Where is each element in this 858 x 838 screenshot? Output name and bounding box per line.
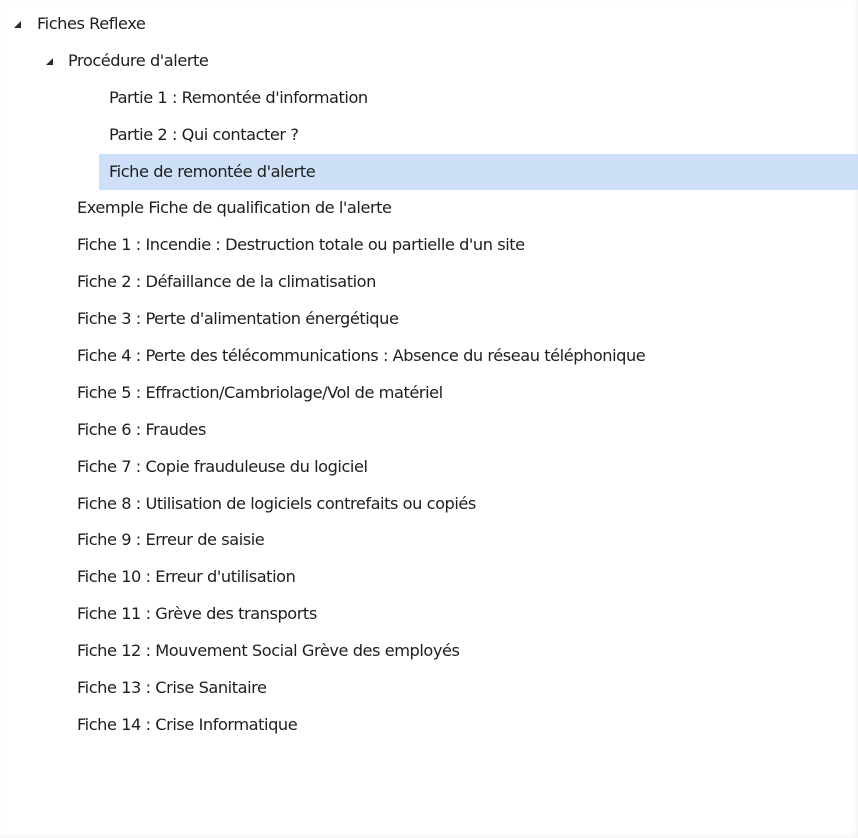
tree-node-fiche-6[interactable]: Fiche 6 : Fraudes: [0, 412, 858, 449]
tree-node-label: Fiche 4 : Perte des télécommunications :…: [77, 346, 646, 366]
tree-node-label: Fiche 5 : Effraction/Cambriolage/Vol de …: [77, 382, 443, 402]
tree-node-fiche-10[interactable]: Fiche 10 : Erreur d'utilisation: [0, 559, 858, 596]
tree-node-fiche-7[interactable]: Fiche 7 : Copie frauduleuse du logiciel: [0, 449, 858, 486]
tree-node-exemple-fiche[interactable]: Exemple Fiche de qualification de l'aler…: [0, 190, 858, 227]
tree-node-fiche-5[interactable]: Fiche 5 : Effraction/Cambriolage/Vol de …: [0, 375, 858, 412]
navigation-pane: Fiches Reflexe Procédure d'alerte Partie…: [0, 0, 858, 838]
tree-node-fiche-11[interactable]: Fiche 11 : Grève des transports: [0, 596, 858, 633]
outline-tree: Fiches Reflexe Procédure d'alerte Partie…: [0, 6, 858, 744]
tree-node-label: Fiche 10 : Erreur d'utilisation: [77, 567, 296, 587]
expanded-triangle-icon[interactable]: [10, 6, 24, 43]
tree-node-fiche-4[interactable]: Fiche 4 : Perte des télécommunications :…: [0, 338, 858, 375]
tree-node-fiche-8[interactable]: Fiche 8 : Utilisation de logiciels contr…: [0, 486, 858, 523]
tree-node-label: Fiche 3 : Perte d'alimentation énergétiq…: [77, 309, 399, 329]
tree-node-procedure-alerte[interactable]: Procédure d'alerte: [0, 43, 858, 80]
tree-node-label: Partie 2 : Qui contacter ?: [109, 124, 299, 144]
tree-node-fiche-9[interactable]: Fiche 9 : Erreur de saisie: [0, 522, 858, 559]
tree-node-label: Fiche 6 : Fraudes: [77, 419, 206, 439]
tree-node-label: Fiche 13 : Crise Sanitaire: [77, 678, 267, 698]
tree-node-label: Fiche 1 : Incendie : Destruction totale …: [77, 235, 525, 255]
tree-node-fiche-13[interactable]: Fiche 13 : Crise Sanitaire: [0, 670, 858, 707]
tree-node-label: Partie 1 : Remontée d'information: [109, 87, 368, 107]
tree-node-label: Fiche 7 : Copie frauduleuse du logiciel: [77, 456, 368, 476]
tree-node-label: Exemple Fiche de qualification de l'aler…: [77, 198, 392, 218]
tree-node-label: Fiche 2 : Défaillance de la climatisatio…: [77, 272, 376, 292]
tree-node-label: Fiche de remontée d'alerte: [109, 161, 316, 181]
tree-node-label: Fiches Reflexe: [37, 14, 146, 33]
tree-node-partie-2[interactable]: Partie 2 : Qui contacter ?: [0, 117, 858, 154]
expanded-triangle-icon[interactable]: [42, 43, 56, 80]
tree-node-fiche-14[interactable]: Fiche 14 : Crise Informatique: [0, 707, 858, 744]
tree-node-label: Fiche 12 : Mouvement Social Grève des em…: [77, 641, 460, 661]
tree-node-fiche-2[interactable]: Fiche 2 : Défaillance de la climatisatio…: [0, 264, 858, 301]
tree-node-label: Fiche 9 : Erreur de saisie: [77, 530, 265, 550]
tree-node-label: Fiche 11 : Grève des transports: [77, 604, 317, 624]
tree-node-label: Fiche 14 : Crise Informatique: [77, 714, 298, 734]
tree-node-fiche-1[interactable]: Fiche 1 : Incendie : Destruction totale …: [0, 227, 858, 264]
tree-node-fiche-3[interactable]: Fiche 3 : Perte d'alimentation énergétiq…: [0, 301, 858, 338]
tree-node-partie-1[interactable]: Partie 1 : Remontée d'information: [0, 80, 858, 117]
tree-node-fiche-12[interactable]: Fiche 12 : Mouvement Social Grève des em…: [0, 633, 858, 670]
tree-node-fiche-remontee-alerte-selected[interactable]: Fiche de remontée d'alerte: [0, 153, 858, 191]
tree-node-label: Fiche 8 : Utilisation de logiciels contr…: [77, 493, 476, 513]
tree-node-fiches-reflexe[interactable]: Fiches Reflexe: [0, 6, 858, 43]
tree-node-label: Procédure d'alerte: [68, 50, 209, 70]
